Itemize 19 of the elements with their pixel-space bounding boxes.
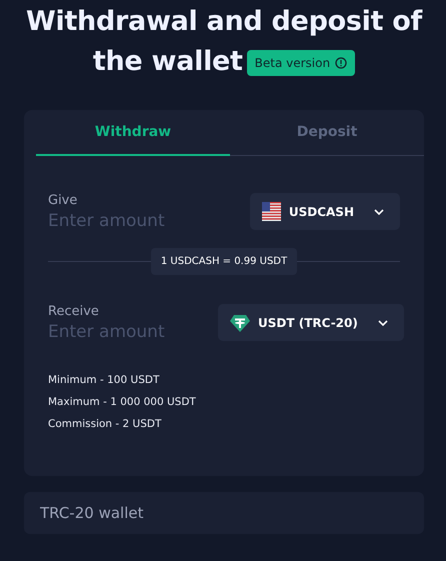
currency-select[interactable]: USDCASH bbox=[250, 193, 400, 230]
tab[interactable]: Withdraw bbox=[36, 110, 230, 156]
page-title: Withdrawal and deposit of the wallet Beta version bbox=[25, 5, 424, 79]
amount-input[interactable]: Enter amount bbox=[48, 320, 218, 344]
limit-text: Maximum - 1 000 000 USDT bbox=[48, 395, 197, 410]
wallet-input[interactable]: TRC-20 wallet bbox=[24, 492, 424, 534]
exchange-rate: 1 USDCASH = 0.99 USDT bbox=[150, 248, 298, 275]
amount-input[interactable]: Enter amount bbox=[48, 209, 218, 233]
exclamation-icon bbox=[335, 56, 348, 69]
chevron-down-icon bbox=[374, 208, 384, 214]
limit-text: Minimum - 100 USDT bbox=[48, 373, 160, 388]
limit-text: Commission - 2 USDT bbox=[48, 417, 162, 432]
field-label: Give bbox=[48, 193, 78, 209]
currency-select[interactable]: USDT (TRC-20) bbox=[218, 304, 404, 341]
flag-icon bbox=[262, 202, 281, 221]
beta-badge: Beta version bbox=[246, 50, 356, 76]
field-label: Receive bbox=[48, 304, 100, 320]
chevron-down-icon bbox=[378, 320, 388, 326]
tether-icon bbox=[230, 314, 250, 332]
